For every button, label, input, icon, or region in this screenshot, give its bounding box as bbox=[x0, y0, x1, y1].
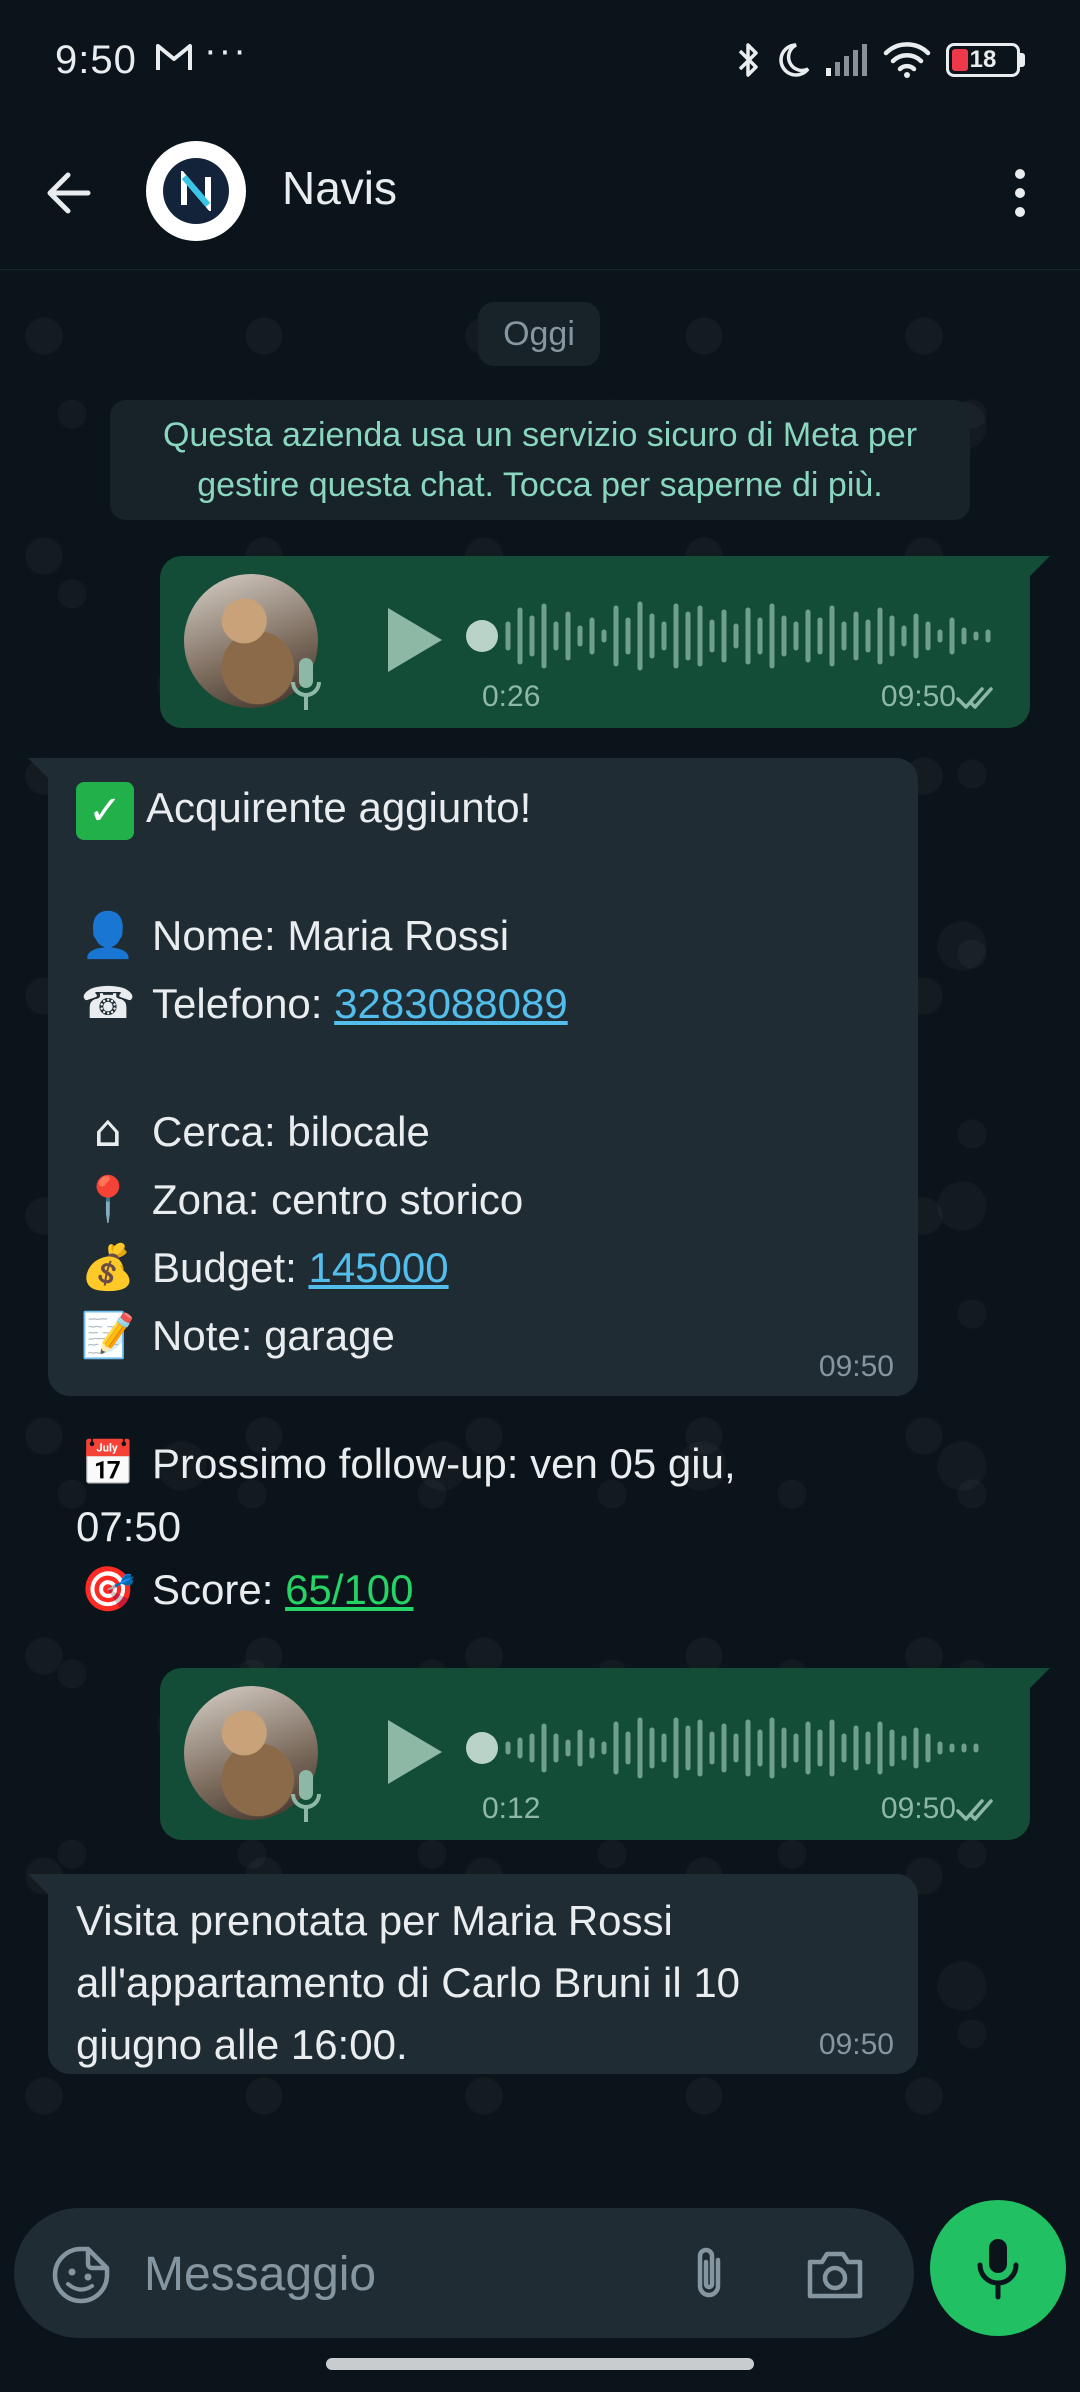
voice-duration: 0:26 bbox=[482, 680, 541, 713]
home-indicator[interactable] bbox=[326, 2358, 754, 2370]
note-label: Note: bbox=[152, 1312, 253, 1359]
zone-line: 📍 Zona: centro storico bbox=[76, 1166, 890, 1234]
name-value: Maria Rossi bbox=[287, 912, 510, 959]
zone-label: Zona: bbox=[152, 1176, 260, 1223]
phone-line: ☎ Telefono: 3283088089 bbox=[76, 970, 890, 1038]
name-line: 👤 Nome: Maria Rossi bbox=[76, 902, 890, 970]
score-link[interactable]: 65/100 bbox=[285, 1566, 413, 1613]
note-value: garage bbox=[264, 1312, 395, 1359]
outgoing-voice-message[interactable]: 0:26 09:50 bbox=[160, 556, 1050, 728]
outgoing-voice-message[interactable]: 0:12 09:50 bbox=[160, 1668, 1050, 1840]
message-composer bbox=[0, 2190, 1080, 2392]
sticker-icon[interactable] bbox=[50, 2244, 112, 2306]
navis-logo-icon bbox=[181, 171, 211, 211]
status-time: 9:50 bbox=[55, 38, 137, 82]
message-time: 09:50 bbox=[880, 680, 956, 713]
mic-icon bbox=[977, 2239, 1019, 2300]
card-title-line: ✓ Acquirente aggiunto! bbox=[76, 774, 890, 842]
read-ticks-icon bbox=[956, 1799, 993, 1821]
camera-icon[interactable] bbox=[804, 2246, 866, 2302]
followup-time: 07:50 bbox=[76, 1503, 182, 1550]
visit-text-line: Visita prenotata per Maria Rossi bbox=[76, 1897, 673, 1944]
menu-dot bbox=[1015, 169, 1025, 179]
person-silhouette-icon: 👤 bbox=[80, 910, 136, 961]
score-line: 🎯 Score: 65/100 bbox=[76, 1556, 890, 1624]
composer-pill bbox=[14, 2208, 914, 2338]
money-bag-icon: 💰 bbox=[80, 1242, 136, 1293]
score-label: Score: bbox=[152, 1566, 274, 1613]
followup-line: 📅 Prossimo follow-up: ven 05 giu, bbox=[76, 1430, 890, 1498]
paperclip-icon[interactable] bbox=[682, 2242, 736, 2304]
more-options-button[interactable] bbox=[1000, 163, 1040, 223]
note-line: 📝 Note: garage bbox=[76, 1302, 890, 1370]
chat-header: Navis bbox=[0, 125, 1080, 270]
message-time: 09:50 bbox=[818, 1350, 894, 1383]
message-input[interactable] bbox=[144, 2238, 674, 2310]
contact-avatar[interactable] bbox=[146, 141, 246, 241]
encryption-notice[interactable]: Questa azienda usa un servizio sicuro di… bbox=[110, 400, 970, 520]
play-icon[interactable] bbox=[378, 602, 448, 678]
budget-line: 💰 Budget: 145000 bbox=[76, 1234, 890, 1302]
visit-text-line: all'appartamento di Carlo Bruni il 10 bbox=[76, 1959, 741, 2006]
round-pushpin-icon: 📍 bbox=[80, 1174, 136, 1225]
voice-waveform[interactable] bbox=[462, 1706, 1080, 1786]
budget-label: Budget: bbox=[152, 1244, 297, 1291]
followup-value: ven 05 giu, bbox=[530, 1440, 736, 1487]
budget-link[interactable]: 145000 bbox=[308, 1244, 448, 1291]
search-label: Cerca: bbox=[152, 1108, 276, 1155]
back-arrow-icon[interactable] bbox=[40, 163, 100, 223]
status-bar: 9:50 ··· 18 bbox=[0, 0, 1080, 125]
bluetooth-icon bbox=[738, 43, 758, 77]
direct-hit-target-icon: 🎯 bbox=[80, 1564, 136, 1615]
date-separator: Oggi bbox=[478, 302, 600, 366]
voice-mic-icon bbox=[291, 658, 321, 710]
contact-name[interactable]: Navis bbox=[282, 161, 397, 215]
calendar-icon: 📅 bbox=[80, 1438, 136, 1489]
play-icon[interactable] bbox=[378, 1714, 448, 1790]
search-line: ⌂ Cerca: bilocale bbox=[76, 1098, 890, 1166]
more-notifications-indicator: ··· bbox=[204, 30, 248, 72]
voice-waveform[interactable] bbox=[462, 594, 1080, 674]
battery-indicator: 18 bbox=[946, 43, 1025, 77]
card-title: Acquirente aggiunto! bbox=[146, 784, 532, 831]
read-ticks-icon bbox=[956, 687, 993, 709]
gmail-icon bbox=[156, 44, 192, 70]
voice-duration: 0:12 bbox=[482, 1792, 541, 1825]
menu-dot bbox=[1015, 188, 1025, 198]
menu-dot bbox=[1015, 207, 1025, 217]
signal-icon bbox=[826, 44, 867, 76]
incoming-buyer-card-message[interactable]: ✓ Acquirente aggiunto! 👤 Nome: Maria Rossi… bbox=[28, 758, 918, 1615]
check-mark-icon: ✓ bbox=[76, 781, 134, 840]
zone-value: centro storico bbox=[271, 1176, 524, 1223]
voice-record-button[interactable] bbox=[930, 2200, 1066, 2336]
battery-level: 18 bbox=[969, 46, 997, 73]
do-not-disturb-moon-icon bbox=[779, 43, 810, 77]
message-time: 09:50 bbox=[880, 1792, 956, 1825]
visit-text-line: giugno alle 16:00. bbox=[76, 2021, 408, 2068]
incoming-visit-message[interactable]: Visita prenotata per Maria Rossi all'app… bbox=[28, 1874, 918, 2074]
house-icon: ⌂ bbox=[94, 1106, 122, 1157]
voice-mic-icon bbox=[291, 1770, 321, 1822]
message-time: 09:50 bbox=[818, 2028, 894, 2061]
chat-messages[interactable]: Oggi Questa azienda usa un servizio sicu… bbox=[0, 270, 1080, 2200]
telephone-receiver-icon: ☎ bbox=[80, 978, 136, 1029]
wifi-icon bbox=[883, 42, 931, 78]
memo-icon: 📝 bbox=[80, 1310, 136, 1361]
phone-label: Telefono: bbox=[152, 980, 323, 1027]
name-label: Nome: bbox=[152, 912, 276, 959]
status-icons: 18 bbox=[736, 40, 1025, 80]
search-value: bilocale bbox=[287, 1108, 430, 1155]
phone-link[interactable]: 3283088089 bbox=[334, 980, 568, 1027]
followup-label: Prossimo follow-up: bbox=[152, 1440, 519, 1487]
